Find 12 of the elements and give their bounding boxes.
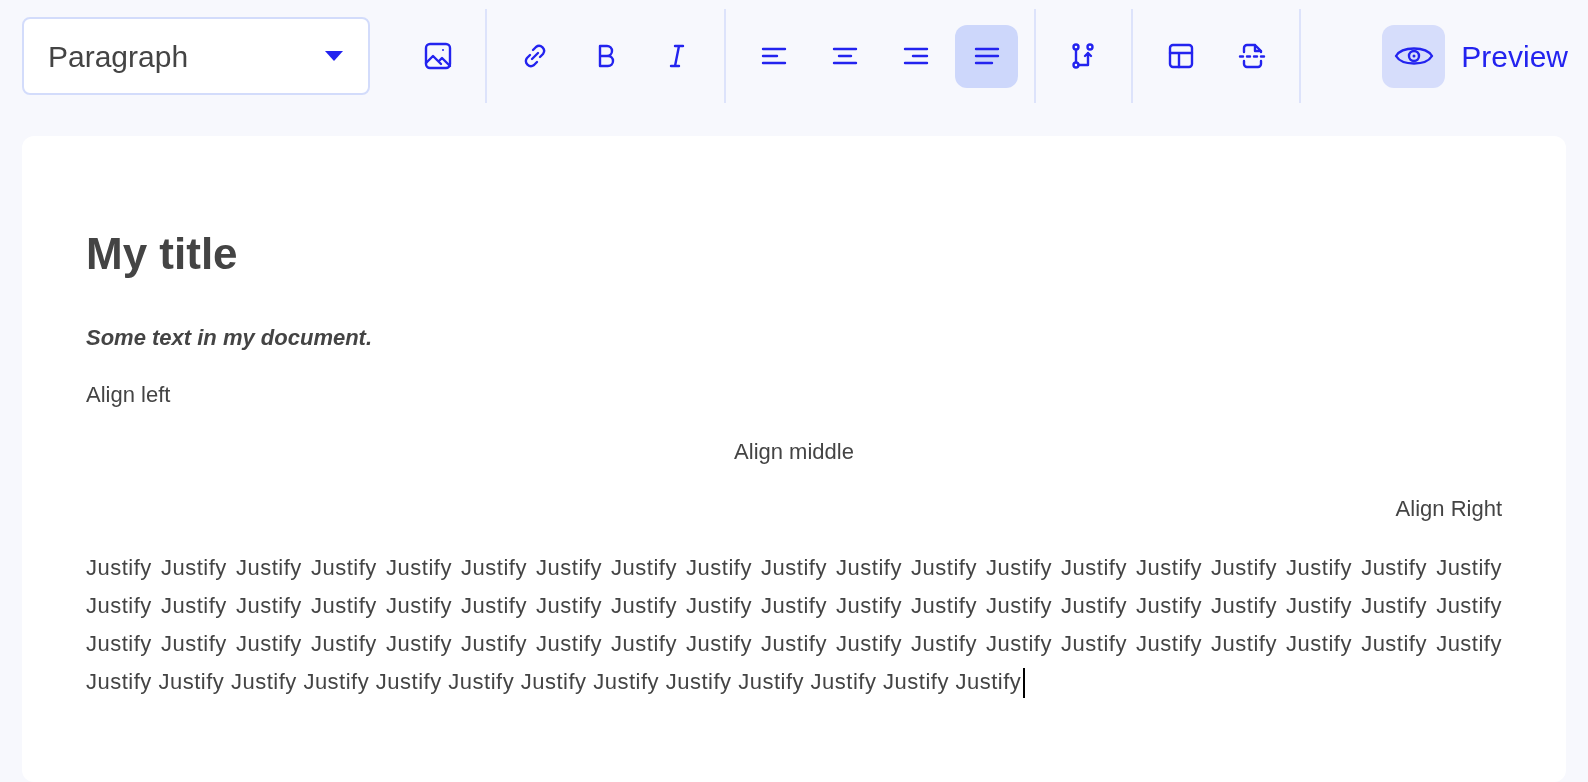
paragraph-text: Align left: [86, 381, 172, 409]
align-justify-button[interactable]: [955, 24, 1018, 88]
preview-button[interactable]: [1382, 24, 1446, 88]
caret-icon: [324, 50, 344, 62]
paragraph-text: Justify Justify Justify Justify Justify Justify Justify Justify Justify Justify Justify Justify Justify Justify Justify Justify Justify Justify Justify Justify Justify Justify Justify Justify Justify Justify Justify Justify Justify Justify Justify Justify Justify Justify Justify Justify Justify Justify Justify Justify Justify Justify Justify Justify Justify Justify Justify Justify Justify Justify Justify Justify Justify Justify Justify Justify Justify Justify Justify Justify Justify Justify Justify Justify Justify Justify Justify Justify Justify Justify: [86, 549, 1502, 701]
block-format-dropdown[interactable]: Paragraph: [22, 17, 370, 95]
preview-label[interactable]: Preview: [1461, 33, 1568, 79]
block-format-value: Paragraph: [48, 38, 189, 75]
paragraph-text: Align middle: [733, 438, 855, 466]
document-title: My title: [86, 228, 239, 280]
paragraph-text: Align Right: [1394, 495, 1502, 523]
paragraph-text: Some text in my document.: [86, 324, 374, 352]
